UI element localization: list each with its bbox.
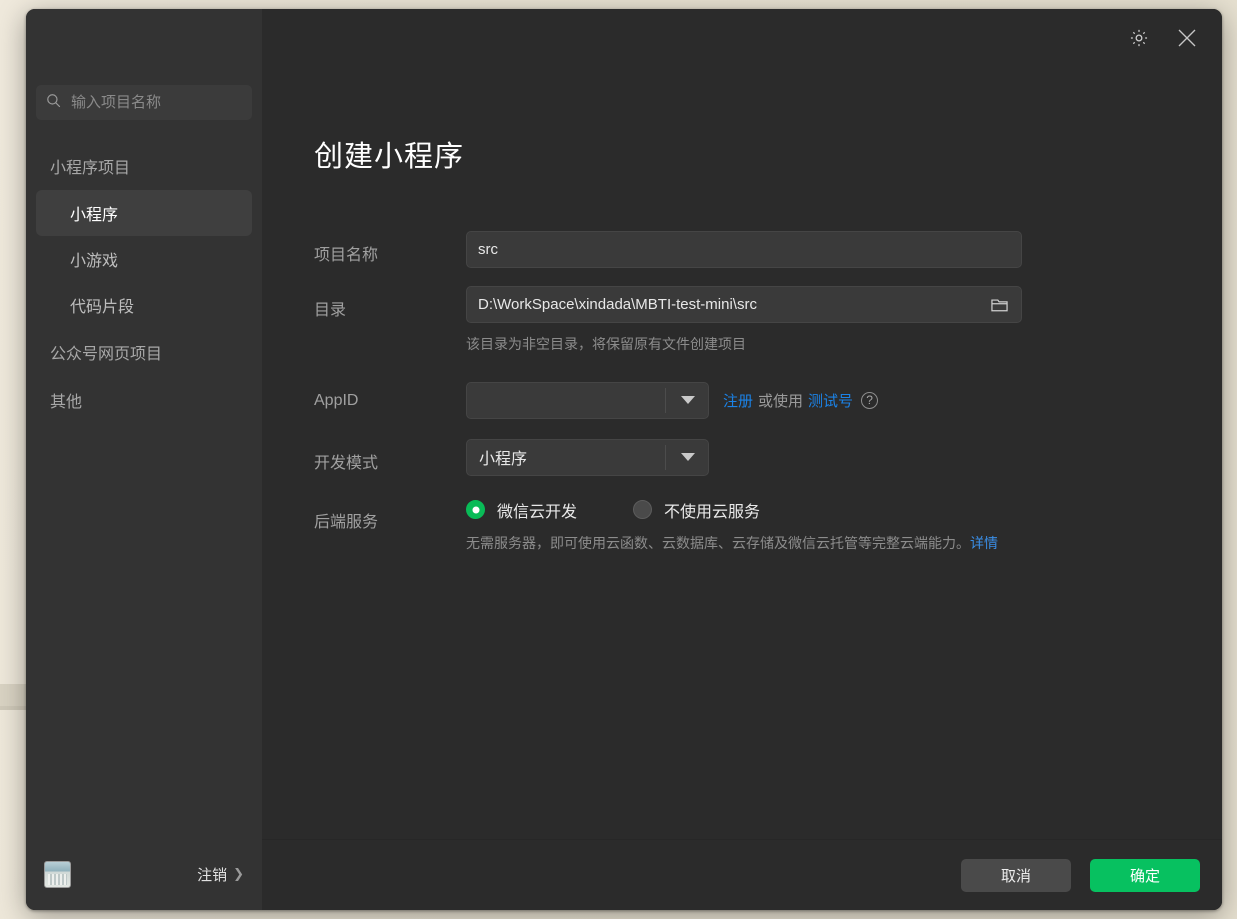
dev-mode-field-col: 小程序 [466,438,1222,476]
logout-label: 注销 [197,866,228,884]
appid-links: 注册 或使用 测试号 ? [723,390,879,411]
sidebar-nav: 小程序项目 小程序 小游戏 代码片段 公众号网页项目 其他 [26,146,262,424]
radio-label: 不使用云服务 [664,503,761,521]
main-panel: 创建小程序 项目名称 src 目录 D:\WorkSpace\xindada\M… [262,9,1222,910]
form-row-directory: 目录 D:\WorkSpace\xindada\MBTI-test-mini\s… [314,286,1222,356]
form-row-dev-mode: 开发模式 小程序 [314,438,1222,476]
radio-no-cloud[interactable]: 不使用云服务 [633,498,760,522]
sidebar-item-code-snippet[interactable]: 代码片段 [36,282,252,328]
sidebar-search-wrapper [26,9,272,120]
sidebar-item-label: 代码片段 [70,299,135,316]
dev-mode-value: 小程序 [479,451,528,469]
dev-mode-label: 开发模式 [314,454,379,472]
folder-icon[interactable] [985,296,1013,313]
radio-indicator-unselected [633,500,653,520]
close-icon[interactable] [1174,25,1200,51]
project-name-value: src [478,241,498,258]
page-title: 创建小程序 [314,141,465,173]
sidebar-item-other[interactable]: 其他 [36,376,252,424]
sidebar-item-miniprogram[interactable]: 小程序 [36,190,252,236]
desktop-background-band-secondary [0,706,26,710]
backend-hint-text: 无需服务器，即可使用云函数、云数据库、云存储及微信云托管等完整云端能力。 [466,534,970,551]
form-row-appid: AppID 注册 或使用 测试号 ? [314,381,1222,419]
sidebar-group-label-miniprogram: 小程序项目 [50,160,131,177]
form-row-backend-service: 后端服务 微信云开发 不使用云服务 无需服务器，即可使用云函数、云数据库、云存储… [314,498,1222,555]
dialog-body: 小程序项目 小程序 小游戏 代码片段 公众号网页项目 其他 [26,9,1222,910]
desktop-background-band [0,684,26,706]
sidebar: 小程序项目 小程序 小游戏 代码片段 公众号网页项目 其他 [26,9,272,910]
sidebar-item-label: 小程序 [70,207,119,224]
test-account-link[interactable]: 测试号 [808,390,853,411]
sidebar-item-minigame[interactable]: 小游戏 [36,236,252,282]
logout-button[interactable]: 注销 ❯ [197,864,244,885]
backend-service-label: 后端服务 [314,513,379,531]
chevron-down-icon [681,396,695,405]
create-miniprogram-dialog: 小程序项目 小程序 小游戏 代码片段 公众号网页项目 其他 [26,9,1222,910]
project-name-label: 项目名称 [314,247,379,264]
sidebar-footer: 注销 ❯ [26,838,262,910]
cancel-button[interactable]: 取消 [961,858,1071,892]
backend-detail-link[interactable]: 详情 [970,535,998,551]
help-circle-icon[interactable]: ? [861,391,879,409]
backend-service-hint: 无需服务器，即可使用云函数、云数据库、云存储及微信云托管等完整云端能力。详情 [466,533,1036,555]
search-input[interactable] [69,93,272,112]
project-name-field-col: src [466,231,1222,268]
sidebar-item-official-account-web[interactable]: 公众号网页项目 [36,328,252,376]
directory-hint: 该目录为非空目录，将保留原有文件创建项目 [466,336,746,352]
appid-select[interactable] [466,381,709,419]
dialog-content: 创建小程序 项目名称 src 目录 D:\WorkSpace\xindada\M… [262,67,1222,839]
search-icon [46,93,61,113]
radio-indicator-selected [466,500,485,520]
radio-label: 微信云开发 [497,503,578,521]
directory-value: D:\WorkSpace\xindada\MBTI-test-mini\src [478,296,757,313]
sidebar-item-label: 小游戏 [70,253,119,270]
search-box[interactable] [36,85,272,120]
avatar[interactable] [44,860,71,888]
directory-input[interactable]: D:\WorkSpace\xindada\MBTI-test-mini\src [466,286,1022,323]
confirm-button[interactable]: 确定 [1090,858,1200,892]
appid-caret-separator [665,387,666,413]
register-link[interactable]: 注册 [723,390,753,411]
dev-mode-select[interactable]: 小程序 [466,438,709,476]
chevron-right-icon: ❯ [233,866,244,881]
gear-icon[interactable] [1126,25,1152,51]
chevron-down-icon [681,453,695,462]
titlebar [262,9,1222,67]
form-row-project-name: 项目名称 src [314,231,1222,268]
appid-field-col: 注册 或使用 测试号 ? [466,381,1222,419]
radio-wechat-cloud[interactable]: 微信云开发 [466,498,577,522]
dialog-footer: 取消 确定 [262,839,1222,910]
project-name-input[interactable]: src [466,231,1022,268]
directory-field-col: D:\WorkSpace\xindada\MBTI-test-mini\src … [466,286,1222,356]
directory-label: 目录 [314,302,347,319]
sidebar-item-label: 公众号网页项目 [50,346,163,363]
backend-service-radio-group: 微信云开发 不使用云服务 [466,498,1222,522]
backend-service-field-col: 微信云开发 不使用云服务 无需服务器，即可使用云函数、云数据库、云存储及微信云托… [466,498,1222,555]
dev-mode-caret-separator [665,444,666,470]
appid-or-text: 或使用 [758,392,804,410]
sidebar-item-label: 其他 [50,394,83,411]
appid-label: AppID [314,391,359,409]
